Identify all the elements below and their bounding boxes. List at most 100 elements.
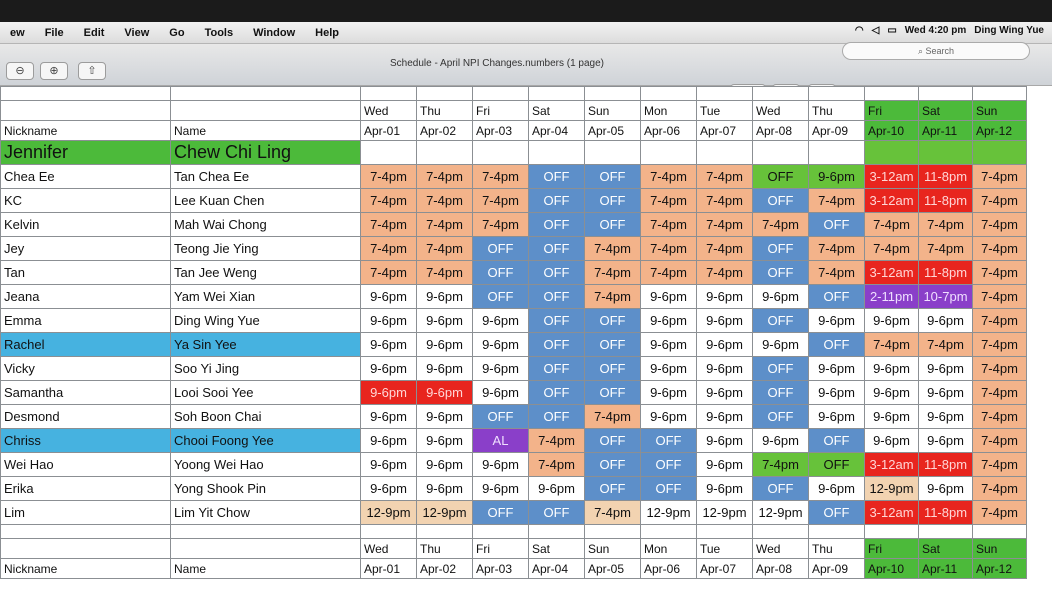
date-header-cell[interactable]: Apr-02 xyxy=(416,120,473,141)
shift-cell[interactable]: 9-6pm xyxy=(752,428,809,453)
date-header-cell[interactable]: Apr-04 xyxy=(528,558,585,579)
shift-cell[interactable]: 9-6pm xyxy=(360,476,417,501)
shift-cell[interactable]: 9-6pm xyxy=(640,380,697,405)
date-header-cell[interactable]: Apr-10 xyxy=(864,120,919,141)
shift-cell[interactable]: OFF xyxy=(752,380,809,405)
shift-cell[interactable]: OFF xyxy=(472,500,529,525)
shift-cell[interactable]: 9-6pm xyxy=(416,404,473,429)
menu-app[interactable]: ew xyxy=(0,27,35,39)
shift-cell[interactable]: 9-6pm xyxy=(416,380,473,405)
menu-window[interactable]: Window xyxy=(243,27,305,39)
shift-cell[interactable]: 7-4pm xyxy=(528,452,585,477)
shift-cell[interactable]: 12-9pm xyxy=(696,500,753,525)
shift-cell[interactable]: 7-4pm xyxy=(972,188,1027,213)
shift-cell[interactable]: 9-6pm xyxy=(864,404,919,429)
shift-cell[interactable]: OFF xyxy=(808,428,865,453)
shift-cell[interactable]: 7-4pm xyxy=(416,212,473,237)
name-header[interactable]: Name xyxy=(170,558,361,579)
day-header-cell[interactable]: Tue xyxy=(696,538,753,559)
date-header-cell[interactable]: Apr-07 xyxy=(696,120,753,141)
battery-icon[interactable]: ▭ xyxy=(887,25,896,36)
shift-cell[interactable]: OFF xyxy=(640,476,697,501)
nickname-cell[interactable]: Samantha xyxy=(0,380,171,405)
wifi-icon[interactable]: ◠ xyxy=(855,25,864,36)
name-cell[interactable]: Lim Yit Chow xyxy=(170,500,361,525)
shift-cell[interactable]: 7-4pm xyxy=(472,164,529,189)
shift-cell[interactable]: 7-4pm xyxy=(696,260,753,285)
day-header-cell[interactable]: Sun xyxy=(584,538,641,559)
shift-cell[interactable]: 7-4pm xyxy=(972,212,1027,237)
empty-cell[interactable] xyxy=(416,86,473,101)
shift-cell[interactable]: OFF xyxy=(472,236,529,261)
nickname-cell[interactable]: Vicky xyxy=(0,356,171,381)
nickname-cell[interactable]: Jeana xyxy=(0,284,171,309)
shift-cell[interactable]: 7-4pm xyxy=(360,188,417,213)
shift-cell[interactable]: AL xyxy=(472,428,529,453)
shift-cell[interactable]: 7-4pm xyxy=(528,428,585,453)
shift-cell[interactable]: 7-4pm xyxy=(696,188,753,213)
empty-cell[interactable] xyxy=(170,524,361,539)
day-header-cell[interactable]: Sat xyxy=(918,100,973,121)
shift-cell[interactable]: OFF xyxy=(584,332,641,357)
nickname-cell[interactable]: Lim xyxy=(0,500,171,525)
shift-cell[interactable]: OFF xyxy=(808,332,865,357)
shift-cell[interactable]: 9-6pm xyxy=(640,308,697,333)
shift-cell[interactable]: 9-6pm xyxy=(416,476,473,501)
empty-cell[interactable] xyxy=(640,140,697,165)
shift-cell[interactable]: OFF xyxy=(472,260,529,285)
volume-icon[interactable]: ◁ xyxy=(872,25,880,36)
shift-cell[interactable]: 9-6pm xyxy=(752,284,809,309)
shift-cell[interactable]: OFF xyxy=(528,284,585,309)
shift-cell[interactable]: 7-4pm xyxy=(972,452,1027,477)
nickname-cell[interactable]: Kelvin xyxy=(0,212,171,237)
shift-cell[interactable]: 7-4pm xyxy=(972,284,1027,309)
name-cell[interactable]: Yam Wei Xian xyxy=(170,284,361,309)
empty-cell[interactable] xyxy=(640,524,697,539)
shift-cell[interactable]: 9-6pm xyxy=(416,356,473,381)
shift-cell[interactable]: 7-4pm xyxy=(972,236,1027,261)
day-header-cell[interactable]: Fri xyxy=(864,538,919,559)
shift-cell[interactable]: OFF xyxy=(752,404,809,429)
day-header-cell[interactable]: Sun xyxy=(584,100,641,121)
shift-cell[interactable]: 7-4pm xyxy=(416,164,473,189)
nickname-cell[interactable]: Wei Hao xyxy=(0,452,171,477)
shift-cell[interactable]: 9-6pm xyxy=(808,404,865,429)
shift-cell[interactable]: 9-6pm xyxy=(360,380,417,405)
shift-cell[interactable]: 9-6pm xyxy=(918,356,973,381)
day-header-cell[interactable]: Sat xyxy=(528,100,585,121)
search-field[interactable]: ⌕ Search xyxy=(842,42,1030,60)
shift-cell[interactable]: OFF xyxy=(752,236,809,261)
shift-cell[interactable]: 7-4pm xyxy=(584,500,641,525)
name-cell[interactable]: Mah Wai Chong xyxy=(170,212,361,237)
day-header-cell[interactable]: Sat xyxy=(528,538,585,559)
shift-cell[interactable]: 7-4pm xyxy=(972,332,1027,357)
day-header-cell[interactable]: Thu xyxy=(416,100,473,121)
shift-cell[interactable]: 9-6pm xyxy=(696,308,753,333)
shift-cell[interactable]: 9-6pm xyxy=(416,308,473,333)
empty-cell[interactable] xyxy=(864,524,919,539)
shift-cell[interactable]: 7-4pm xyxy=(808,236,865,261)
shift-cell[interactable]: 7-4pm xyxy=(972,308,1027,333)
name-header[interactable]: Name xyxy=(170,120,361,141)
shift-cell[interactable]: 9-6pm xyxy=(864,308,919,333)
empty-cell[interactable] xyxy=(972,140,1027,165)
shift-cell[interactable]: 9-6pm xyxy=(918,380,973,405)
shift-cell[interactable]: 11-8pm xyxy=(918,260,973,285)
shift-cell[interactable]: 9-6pm xyxy=(472,356,529,381)
shift-cell[interactable]: 9-6pm xyxy=(640,404,697,429)
shift-cell[interactable]: 7-4pm xyxy=(640,260,697,285)
shift-cell[interactable]: 3-12am xyxy=(864,188,919,213)
shift-cell[interactable]: 9-6pm xyxy=(472,308,529,333)
menu-file[interactable]: File xyxy=(35,27,74,39)
shift-cell[interactable]: 7-4pm xyxy=(584,236,641,261)
empty-cell[interactable] xyxy=(696,140,753,165)
empty-cell[interactable] xyxy=(696,86,753,101)
zoom-in-button[interactable]: ⊕ xyxy=(40,62,68,80)
name-cell[interactable]: Looi Sooi Yee xyxy=(170,380,361,405)
shift-cell[interactable]: 9-6pm xyxy=(918,476,973,501)
day-header-cell[interactable]: Wed xyxy=(360,100,417,121)
shift-cell[interactable]: OFF xyxy=(808,452,865,477)
shift-cell[interactable]: 7-4pm xyxy=(972,380,1027,405)
date-header-cell[interactable]: Apr-03 xyxy=(472,558,529,579)
shift-cell[interactable]: 7-4pm xyxy=(640,164,697,189)
